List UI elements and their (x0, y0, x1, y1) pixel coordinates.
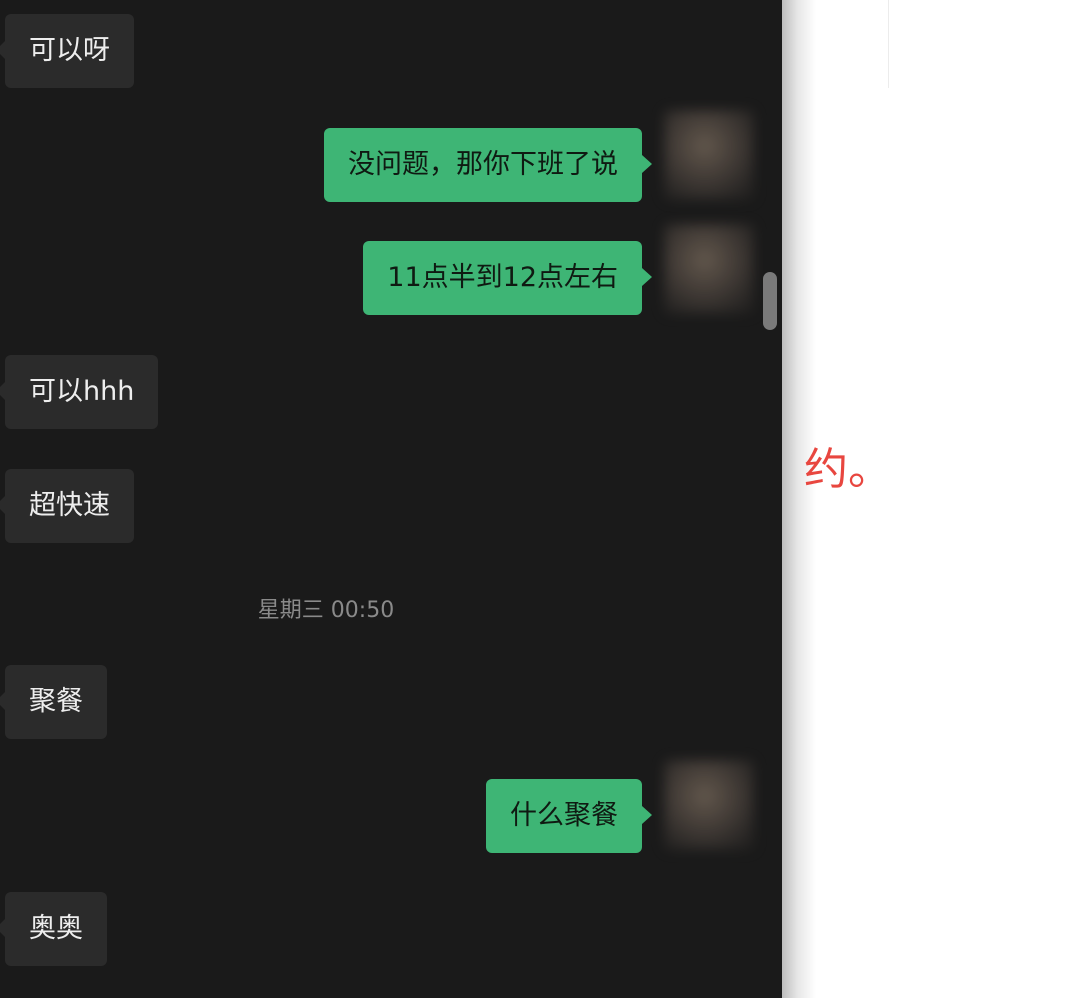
avatar[interactable] (664, 760, 754, 850)
message-bubble-outgoing[interactable]: 什么聚餐 (486, 779, 652, 853)
pane-shadow (782, 0, 816, 998)
message-bubble-outgoing[interactable]: 11点半到12点左右 (363, 241, 652, 315)
message-timestamp: 星期三 00:50 (257, 598, 395, 623)
avatar[interactable] (664, 110, 754, 200)
message-text: 可以呀 (29, 35, 110, 66)
message-text: 可以hhh (29, 376, 135, 407)
message-text: 超快速 (29, 490, 110, 521)
message-text: 没问题，那你下班了说 (348, 149, 618, 180)
background-page (816, 0, 1080, 998)
message-bubble-outgoing[interactable]: 没问题，那你下班了说 (324, 128, 652, 202)
divider (888, 0, 889, 88)
chat-pane: 可以呀 没问题，那你下班了说 11点半到12点左右 可以hhh 超快速 星期三 … (0, 0, 782, 998)
message-text: 什么聚餐 (510, 800, 618, 831)
message-bubble-incoming[interactable]: 超快速 (0, 469, 134, 543)
avatar[interactable] (664, 224, 754, 314)
message-text: 11点半到12点左右 (387, 262, 618, 293)
message-bubble-incoming[interactable]: 奥奥 (0, 892, 107, 966)
highlight-text: 约。 (804, 444, 892, 495)
message-bubble-incoming[interactable]: 可以hhh (0, 355, 159, 429)
message-bubble-incoming[interactable]: 聚餐 (0, 665, 107, 739)
message-text: 奥奥 (29, 913, 83, 944)
message-text: 聚餐 (29, 686, 83, 717)
message-bubble-incoming[interactable]: 可以呀 (0, 14, 134, 88)
scrollbar-thumb[interactable] (763, 272, 777, 330)
